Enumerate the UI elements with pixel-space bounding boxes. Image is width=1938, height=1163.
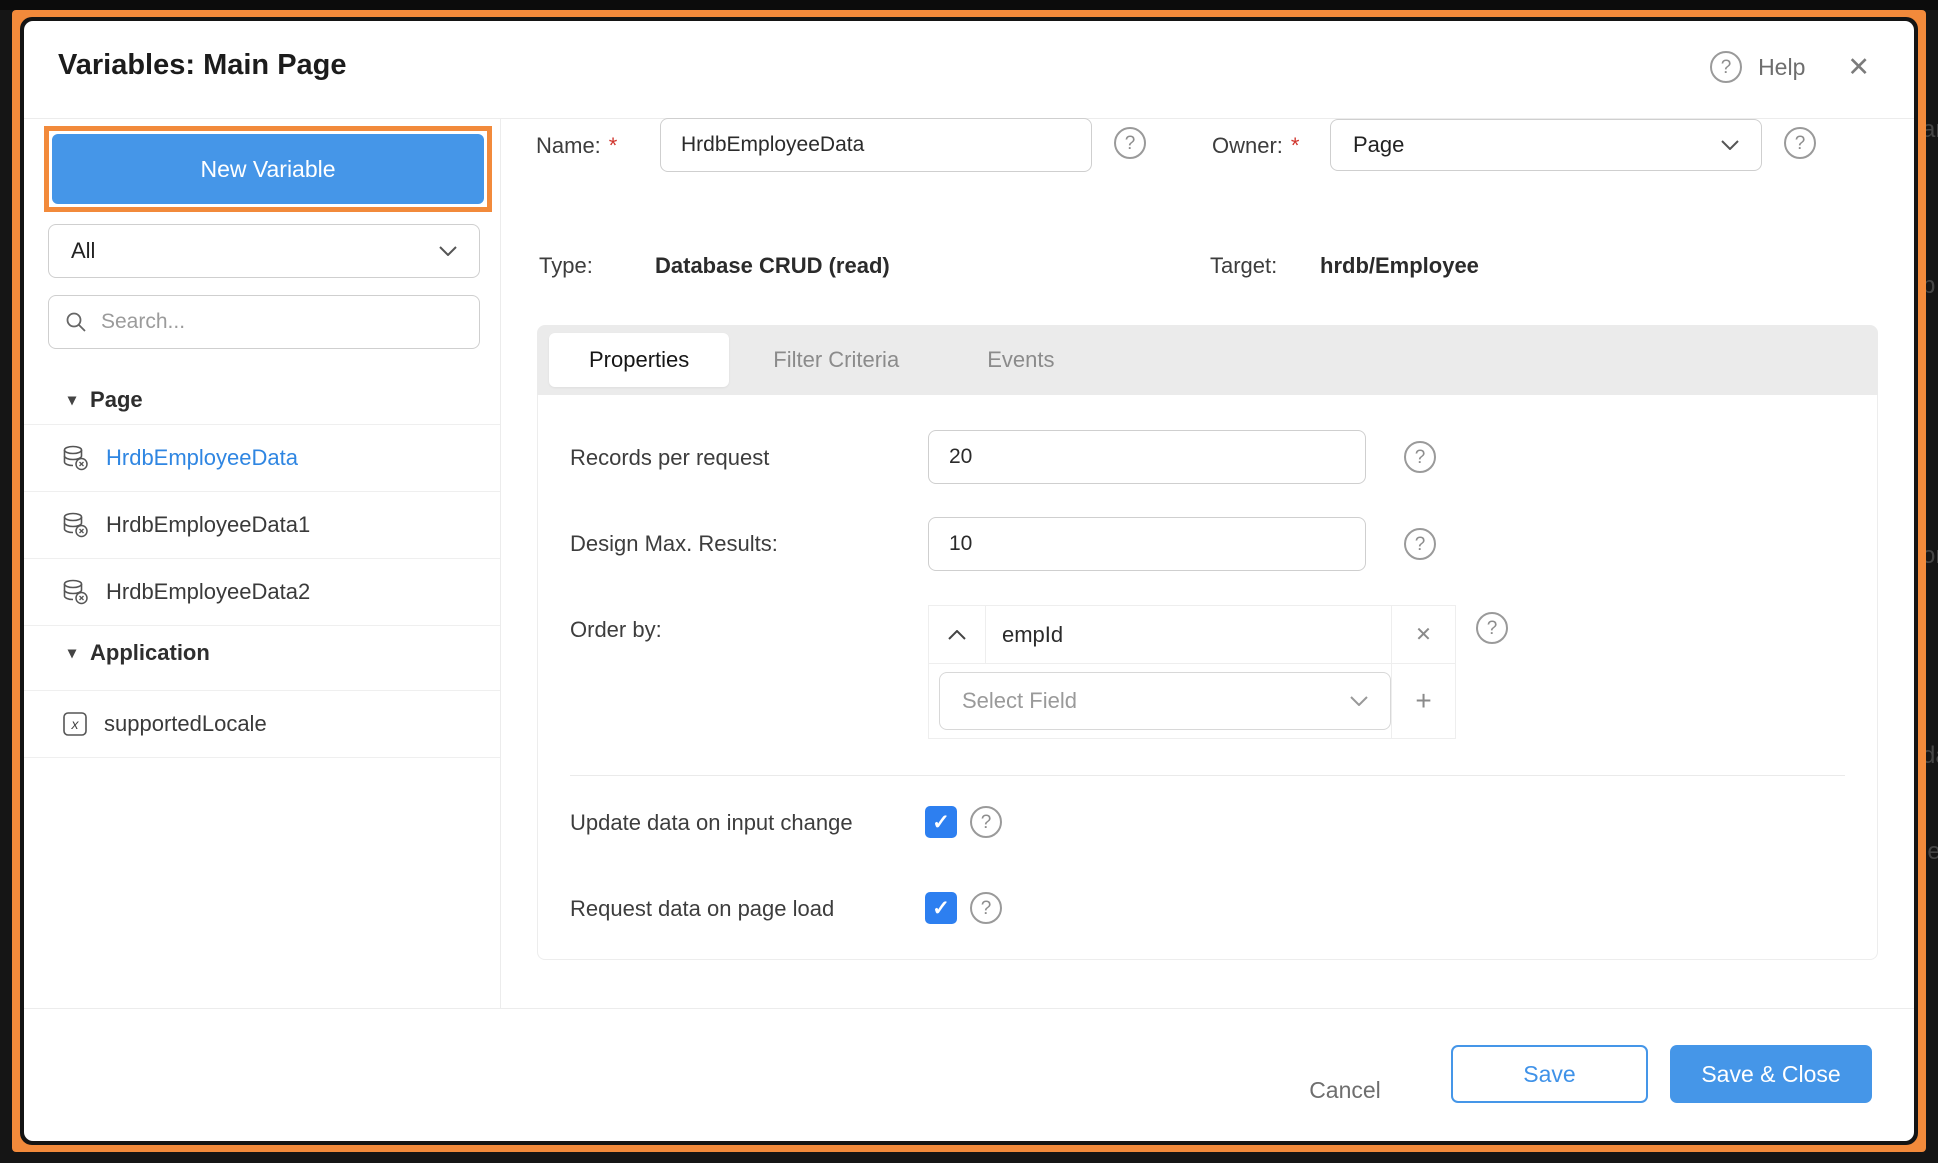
variable-type-filter-select[interactable]: All [48,224,480,278]
target-value: hrdb/Employee [1320,253,1479,279]
caret-down-icon: ▾ [68,643,76,663]
footer-divider [24,1008,1914,1009]
static-variable-icon: x [62,711,88,737]
caret-down-icon: ▾ [68,390,76,410]
tab-filter-criteria[interactable]: Filter Criteria [729,333,943,387]
records-per-request-label: Records per request [570,445,769,471]
required-marker: * [1291,133,1300,158]
search-field[interactable] [48,295,480,349]
sidebar-item-hrdbemployeedata[interactable]: HrdbEmployeeData [24,424,500,491]
type-value: Database CRUD (read) [655,253,890,279]
update-on-input-checkbox[interactable]: ✓ [925,806,957,838]
records-help-icon[interactable]: ? [1404,441,1436,473]
database-variable-icon [62,444,90,472]
search-input[interactable] [99,309,463,335]
help-link[interactable]: Help [1758,54,1805,81]
group-label: Page [90,387,143,413]
tab-properties[interactable]: Properties [549,333,729,387]
tab-events[interactable]: Events [943,333,1098,387]
order-by-field-value[interactable]: empId [986,606,1391,663]
select-field-dropdown[interactable]: Select Field [939,672,1391,730]
request-on-load-help-icon[interactable]: ? [970,892,1002,924]
variables-dialog: Variables: Main Page ? Help ✕ New Variab… [24,21,1914,1141]
chevron-down-icon [1350,696,1368,706]
sidebar-item-hrdbemployeedata2[interactable]: HrdbEmployeeData2 [24,558,500,625]
chevron-down-icon [439,246,457,256]
close-icon[interactable]: ✕ [1847,52,1870,83]
sidebar-item-label: HrdbEmployeeData1 [106,512,310,538]
sidebar-item-label: supportedLocale [104,711,267,737]
sort-direction-button[interactable] [929,606,986,663]
target-label: Target: [1210,253,1277,279]
design-max-results-input[interactable] [928,517,1366,571]
sidebar-group-page[interactable]: ▾ Page [24,376,500,424]
annotation-frame: Variables: Main Page ? Help ✕ New Variab… [12,10,1926,1152]
database-variable-icon [62,511,90,539]
cancel-button[interactable]: Cancel [1290,1061,1400,1119]
update-on-input-label: Update data on input change [570,810,853,836]
sidebar-group-application[interactable]: ▾ Application [24,629,500,677]
sidebar-item-label: HrdbEmployeeData [106,445,298,471]
remove-order-field-button[interactable]: ✕ [1391,606,1455,663]
background-toolbar [0,0,1938,10]
owner-selected-value: Page [1353,132,1404,158]
request-on-load-label: Request data on page load [570,896,834,922]
required-marker: * [609,133,618,158]
sidebar-item-label: HrdbEmployeeData2 [106,579,310,605]
owner-label: Owner:* [1212,133,1299,159]
new-variable-button[interactable]: New Variable [52,134,484,204]
dialog-title: Variables: Main Page [58,49,347,82]
name-label: Name:* [536,133,617,159]
svg-text:x: x [71,716,80,732]
chevron-up-icon [948,630,966,640]
order-by-help-icon[interactable]: ? [1476,612,1508,644]
group-label: Application [90,640,210,666]
owner-help-icon[interactable]: ? [1784,127,1816,159]
sidebar-divider [500,118,501,1008]
add-order-field-button[interactable]: + [1391,664,1455,738]
tab-bar: Properties Filter Criteria Events [537,325,1878,395]
save-and-close-button[interactable]: Save & Close [1670,1045,1872,1103]
order-by-label: Order by: [570,617,662,643]
chevron-down-icon [1721,140,1739,150]
design-max-results-label: Design Max. Results: [570,531,778,557]
update-on-input-help-icon[interactable]: ? [970,806,1002,838]
order-by-widget: empId ✕ Select Field + [928,605,1456,739]
database-variable-icon [62,578,90,606]
name-input[interactable] [660,118,1092,172]
request-on-load-checkbox[interactable]: ✓ [925,892,957,924]
type-label: Type: [539,253,593,279]
sidebar-item-hrdbemployeedata1[interactable]: HrdbEmployeeData1 [24,491,500,558]
screen: arc b or da le Variables: Main Page ? He… [0,0,1938,1163]
max-results-help-icon[interactable]: ? [1404,528,1436,560]
records-per-request-input[interactable] [928,430,1366,484]
select-field-placeholder: Select Field [962,688,1077,714]
divider [24,625,500,626]
filter-selected-value: All [71,238,95,264]
divider [24,757,500,758]
owner-select[interactable]: Page [1330,119,1762,171]
modal-ring: Variables: Main Page ? Help ✕ New Variab… [20,17,1918,1145]
search-icon [65,311,87,333]
sidebar-item-supportedlocale[interactable]: x supportedLocale [24,690,500,757]
help-icon[interactable]: ? [1710,51,1742,83]
save-button[interactable]: Save [1451,1045,1648,1103]
name-help-icon[interactable]: ? [1114,127,1146,159]
divider [570,775,1845,776]
